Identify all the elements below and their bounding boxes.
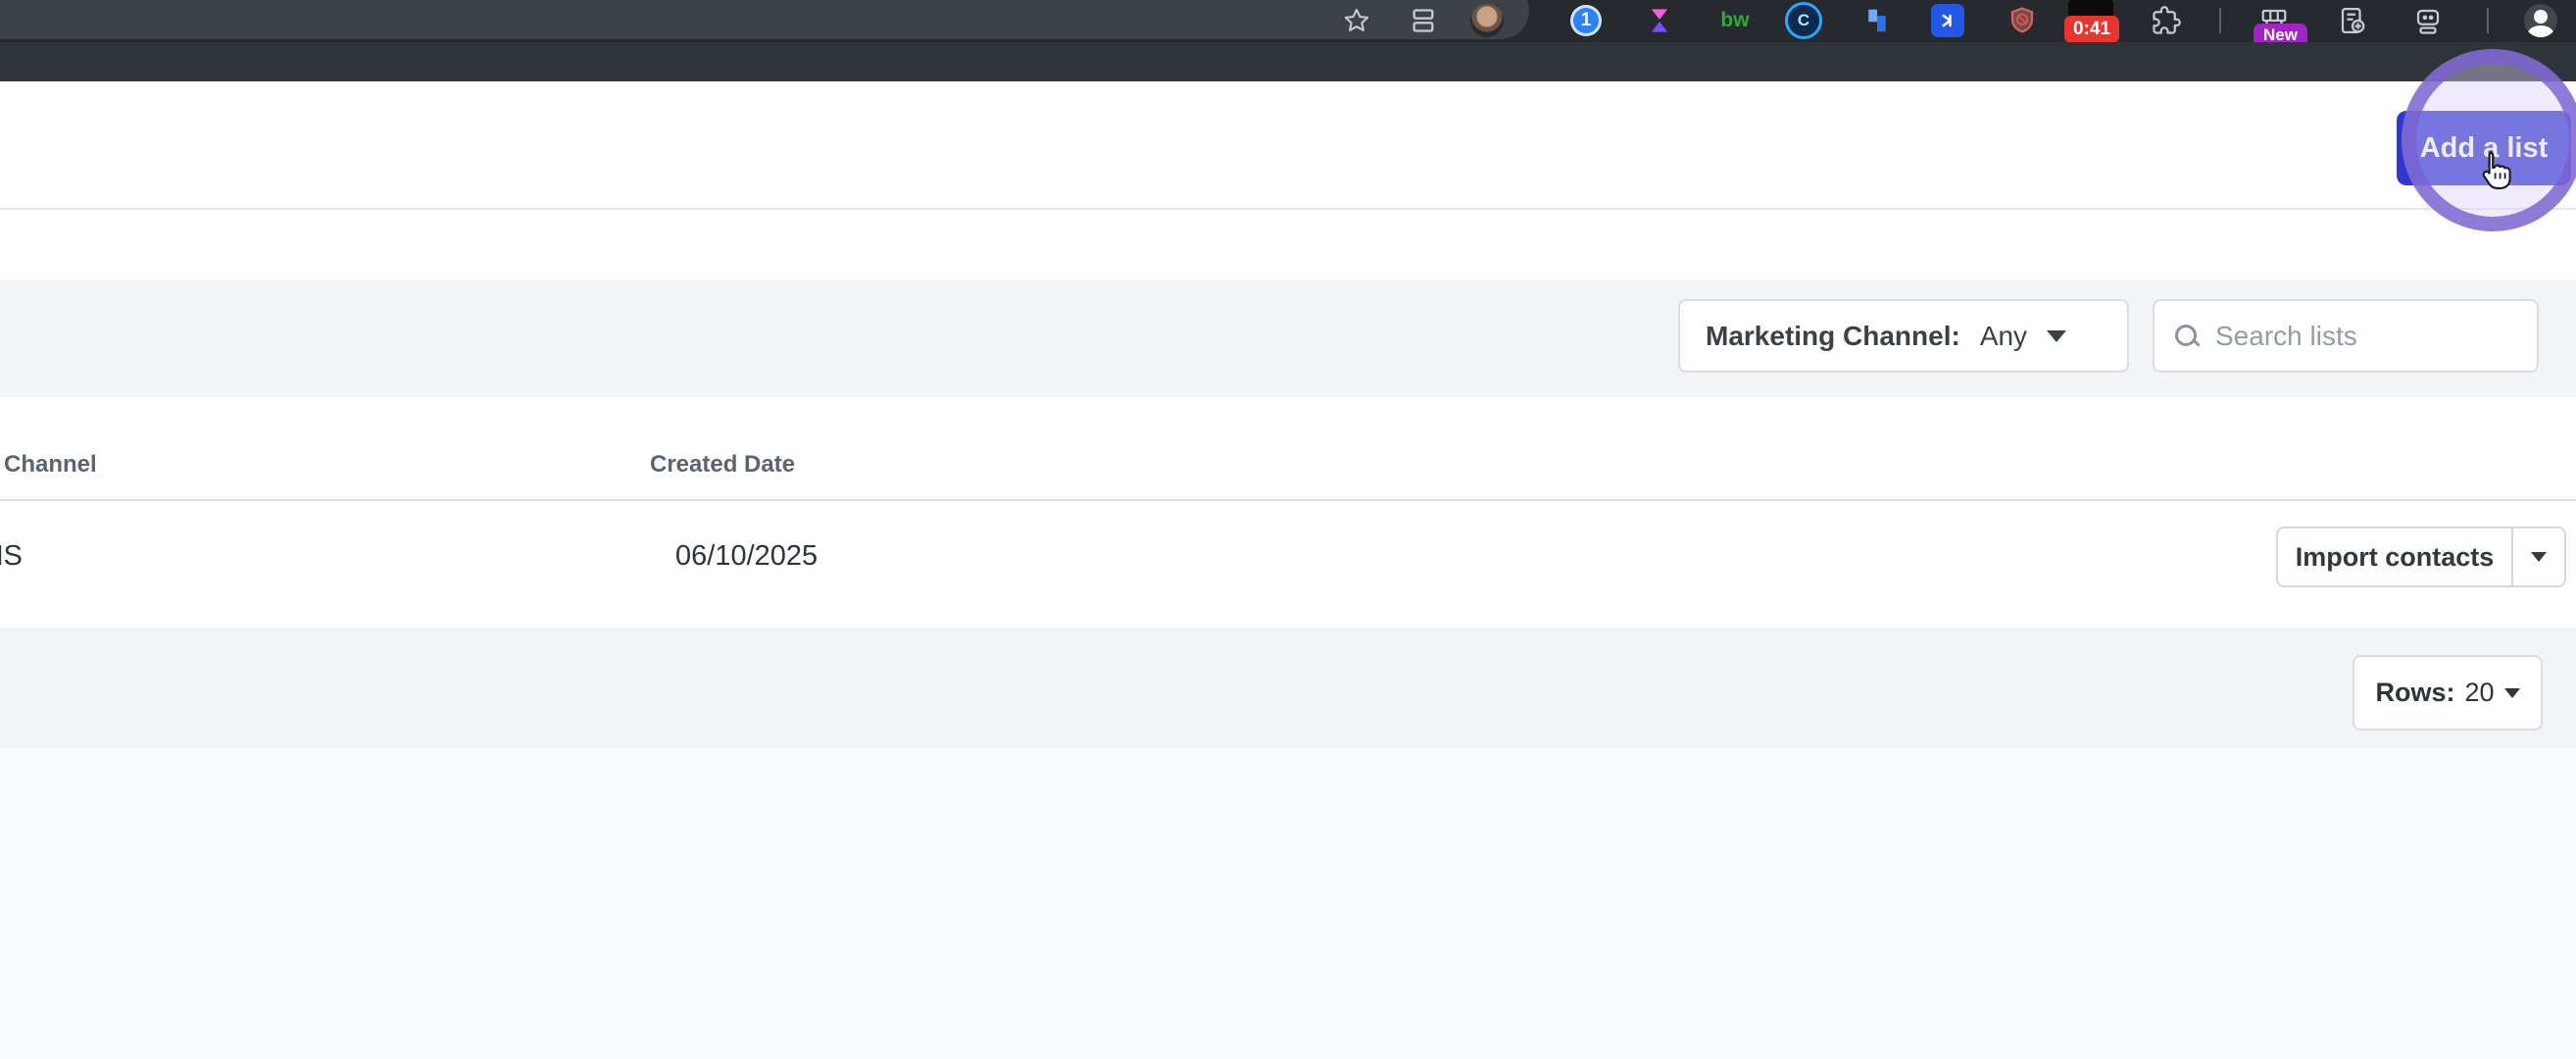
search-lists-box[interactable] bbox=[2153, 299, 2539, 373]
send-extension-icon[interactable] bbox=[1931, 4, 1964, 37]
password-manager-extension-icon[interactable]: 1 bbox=[1570, 5, 1602, 36]
avatar bbox=[1470, 4, 1504, 37]
bookmark-star-icon[interactable] bbox=[1343, 7, 1370, 34]
column-header-created-date[interactable]: Created Date bbox=[650, 451, 795, 479]
screen: 1 bw C 0:41 New Add a list Marketing Cha… bbox=[0, 0, 2576, 1059]
marketing-channel-filter[interactable]: Marketing Channel: Any bbox=[1678, 299, 2129, 373]
chevron-down-icon bbox=[2531, 552, 2547, 562]
extensions-puzzle-icon[interactable] bbox=[2152, 6, 2181, 35]
hourglass-extension-icon[interactable] bbox=[1646, 6, 1673, 35]
add-a-list-button[interactable]: Add a list bbox=[2397, 111, 2571, 185]
import-contacts-split-button[interactable]: Import contacts bbox=[2276, 527, 2566, 587]
rows-value: 20 bbox=[2464, 678, 2495, 707]
table-header-divider bbox=[0, 499, 2576, 501]
bookmarks-bar bbox=[0, 42, 2576, 81]
profile-icon[interactable] bbox=[2524, 4, 2557, 37]
rows-label: Rows: bbox=[2375, 678, 2455, 707]
c-circle-extension-icon[interactable]: C bbox=[1785, 2, 1822, 39]
row-channel-cell: SMS bbox=[0, 540, 23, 572]
marketing-channel-label: Marketing Channel: bbox=[1706, 320, 1960, 351]
timer-extension-icon[interactable] bbox=[2068, 0, 2113, 17]
row-created-date-cell: 06/10/2025 bbox=[675, 540, 818, 572]
page-background bbox=[0, 748, 2576, 1059]
tab-user-avatar[interactable] bbox=[1470, 4, 1504, 37]
rows-per-page-button[interactable]: Rows: 20 bbox=[2353, 655, 2543, 731]
toolbar-separator bbox=[2219, 8, 2221, 33]
import-contacts-dropdown[interactable] bbox=[2511, 529, 2564, 585]
address-bar[interactable] bbox=[0, 0, 1529, 39]
bw-extension-icon[interactable]: bw bbox=[1720, 9, 1749, 32]
marketing-channel-value: Any bbox=[1979, 320, 2028, 351]
robot-icon[interactable] bbox=[2413, 6, 2443, 35]
toolbar-separator bbox=[2487, 8, 2489, 33]
content-strip bbox=[0, 210, 2576, 279]
timer-badge: 0:41 bbox=[2064, 16, 2120, 43]
split-view-icon[interactable] bbox=[1410, 7, 1437, 34]
import-contacts-button[interactable]: Import contacts bbox=[2278, 529, 2511, 585]
browser-toolbar: 1 bw C 0:41 New bbox=[0, 0, 2576, 47]
blocks-extension-icon[interactable] bbox=[1862, 6, 1892, 35]
adblock-shield-extension-icon[interactable] bbox=[2007, 5, 2037, 36]
chevron-down-icon bbox=[2047, 329, 2067, 342]
chevron-down-icon bbox=[2503, 687, 2520, 698]
pagination-bar bbox=[0, 628, 2576, 748]
search-input[interactable] bbox=[2213, 319, 2511, 353]
page-header bbox=[0, 81, 2576, 210]
lists-table bbox=[0, 397, 2576, 628]
notes-gear-icon[interactable] bbox=[2338, 5, 2367, 36]
column-header-marketing-channel[interactable]: Marketing Channel bbox=[0, 451, 167, 490]
search-icon bbox=[2174, 324, 2200, 349]
